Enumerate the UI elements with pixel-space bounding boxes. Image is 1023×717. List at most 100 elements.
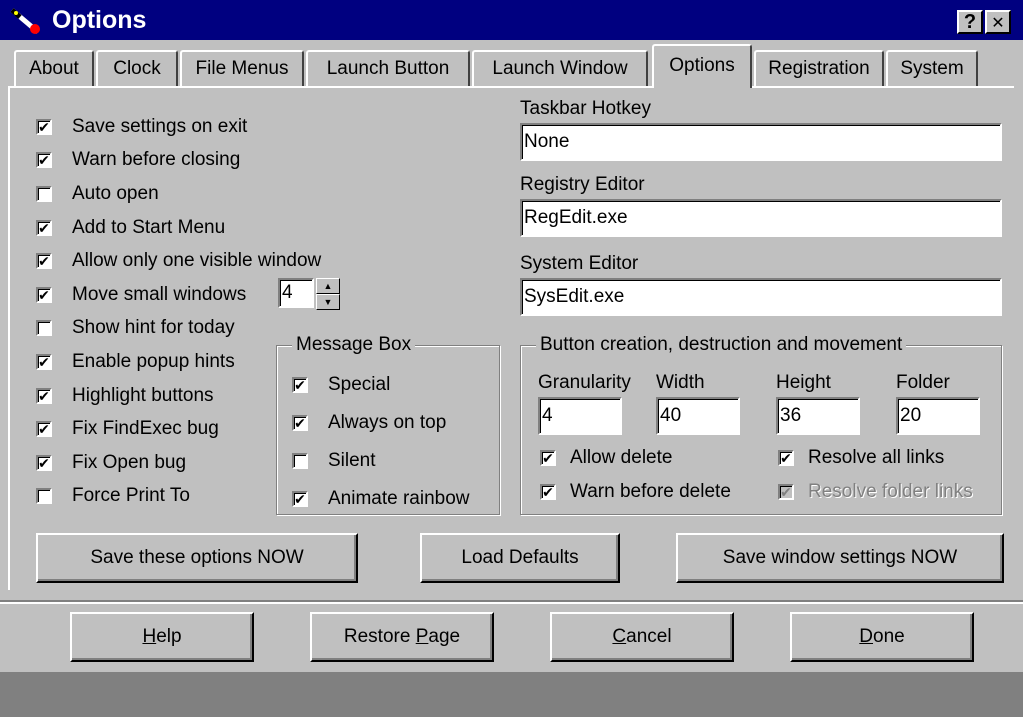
granularity-label: Granularity [538, 372, 631, 393]
spinner-up-button[interactable]: ▲ [316, 278, 340, 294]
height-label: Height [776, 372, 831, 393]
height-input[interactable] [776, 397, 860, 435]
restore-page-button-label: Restore Page [343, 626, 461, 647]
option-checkbox[interactable]: ✔ [36, 152, 52, 169]
button-creation-title: Button creation, destruction and movemen… [536, 334, 907, 356]
option-label: Warn before closing [72, 149, 241, 171]
move-small-windows-input[interactable] [278, 278, 314, 308]
done-button[interactable]: Done [790, 612, 974, 662]
tab-launch-button[interactable]: Launch Button [306, 50, 470, 86]
option-row[interactable]: ✔ Add to Start Menu [36, 211, 321, 245]
save-options-now-button[interactable]: Save these options NOW [36, 533, 358, 583]
tab-options[interactable]: Options [652, 44, 752, 88]
tab-system[interactable]: System [886, 50, 978, 86]
system-editor-input[interactable] [520, 278, 1002, 316]
message-box-option-checkbox[interactable]: ✔ [292, 377, 308, 393]
option-checkbox[interactable]: ✔ [36, 421, 52, 438]
message-box-option-label: Silent [328, 450, 376, 471]
allow-delete-checkbox[interactable]: ✔ [540, 450, 556, 466]
status-bar [0, 672, 1023, 717]
help-button[interactable]: Help [70, 612, 254, 662]
system-editor-label: System Editor [520, 253, 639, 274]
close-button[interactable]: ✕ [985, 10, 1011, 34]
option-label: Enable popup hints [72, 350, 235, 372]
taskbar-hotkey-input[interactable] [520, 123, 1002, 161]
message-box-option-checkbox[interactable]: ✔ [292, 415, 308, 431]
option-row[interactable]: Auto open [36, 177, 321, 211]
resolve-all-links-checkbox[interactable]: ✔ [778, 450, 794, 466]
title-bar[interactable]: Options ? ✕ [0, 0, 1023, 40]
option-checkbox[interactable]: ✔ [36, 454, 52, 471]
check-mark-icon: ✔ [542, 450, 554, 466]
tab-clock[interactable]: Clock [96, 50, 178, 86]
option-label: Force Print To [72, 485, 190, 507]
spinner-down-button[interactable]: ▼ [316, 294, 340, 310]
message-box-option-row[interactable]: Silent [292, 442, 470, 480]
window-title: Options [52, 6, 147, 34]
message-box-option-row[interactable]: ✔ Animate rainbow [292, 480, 470, 518]
option-checkbox[interactable]: ✔ [36, 219, 52, 236]
allow-delete-row[interactable]: ✔ Allow delete [540, 446, 672, 470]
tab-file-menus[interactable]: File Menus [180, 50, 304, 86]
separator [0, 600, 1023, 604]
message-box-option-label: Special [328, 374, 391, 395]
option-label: Highlight buttons [72, 384, 214, 406]
close-icon: ✕ [991, 15, 1005, 32]
save-window-settings-button[interactable]: Save window settings NOW [676, 533, 1004, 583]
folder-input[interactable] [896, 397, 980, 435]
option-row[interactable]: ✔ Warn before closing [36, 144, 321, 178]
option-checkbox[interactable] [36, 185, 52, 202]
option-checkbox[interactable] [36, 488, 52, 505]
option-label: Allow only one visible window [72, 250, 322, 272]
message-box-option-checkbox[interactable]: ✔ [292, 491, 308, 507]
message-box-option-checkbox[interactable] [292, 453, 308, 469]
option-label: Fix Open bug [72, 451, 187, 473]
option-checkbox[interactable]: ✔ [36, 286, 52, 303]
tab-registration[interactable]: Registration [754, 50, 884, 86]
check-mark-icon: ✔ [780, 450, 792, 466]
warn-before-delete-row[interactable]: ✔ Warn before delete [540, 480, 731, 504]
option-label: Save settings on exit [72, 115, 248, 137]
option-row[interactable]: ✔ Allow only one visible window [36, 244, 321, 278]
option-checkbox[interactable] [36, 320, 52, 337]
option-row[interactable]: ✔ Save settings on exit [36, 110, 321, 144]
check-mark-icon: ✔ [38, 152, 50, 169]
help-title-button[interactable]: ? [957, 10, 983, 34]
tab-launch-window[interactable]: Launch Window [472, 50, 648, 86]
check-mark-icon: ✔ [542, 484, 554, 500]
warn-before-delete-checkbox[interactable]: ✔ [540, 484, 556, 500]
check-mark-icon: ✔ [38, 454, 50, 471]
option-checkbox[interactable]: ✔ [36, 387, 52, 404]
option-checkbox[interactable]: ✔ [36, 118, 52, 135]
check-mark-icon: ✔ [294, 415, 306, 431]
resolve-folder-links-label: Resolve folder links [808, 481, 973, 502]
granularity-input[interactable] [538, 397, 622, 435]
message-box-option-row[interactable]: ✔ Special [292, 366, 470, 404]
check-mark-icon: ✔ [38, 118, 50, 135]
load-defaults-button[interactable]: Load Defaults [420, 533, 620, 583]
cancel-button[interactable]: Cancel [550, 612, 734, 662]
message-box-list: ✔ Special ✔ Always on top Silent ✔ Animate rai… [292, 366, 470, 518]
check-mark-icon: ✔ [38, 253, 50, 270]
resolve-folder-links-row: ✔ Resolve folder links [778, 480, 973, 504]
warn-before-delete-label: Warn before delete [570, 481, 731, 502]
restore-page-button[interactable]: Restore Page [310, 612, 494, 662]
resolve-folder-links-checkbox: ✔ [778, 484, 794, 500]
check-mark-icon: ✔ [38, 219, 50, 236]
resolve-all-links-row[interactable]: ✔ Resolve all links [778, 446, 944, 470]
check-mark-icon: ✔ [38, 421, 50, 438]
option-label: Show hint for today [72, 317, 235, 339]
width-input[interactable] [656, 397, 740, 435]
question-mark-icon: ? [963, 11, 977, 33]
allow-delete-label: Allow delete [570, 447, 673, 468]
cancel-button-label: Cancel [612, 626, 672, 647]
message-box-title: Message Box [292, 334, 416, 356]
option-row[interactable]: Show hint for today [36, 312, 321, 346]
option-checkbox[interactable]: ✔ [36, 253, 52, 270]
option-checkbox[interactable]: ✔ [36, 353, 52, 370]
registry-editor-label: Registry Editor [520, 174, 645, 195]
registry-editor-input[interactable] [520, 199, 1002, 237]
arrow-up-icon: ▲ [323, 281, 333, 291]
message-box-option-row[interactable]: ✔ Always on top [292, 404, 470, 442]
tab-about[interactable]: About [14, 50, 94, 86]
